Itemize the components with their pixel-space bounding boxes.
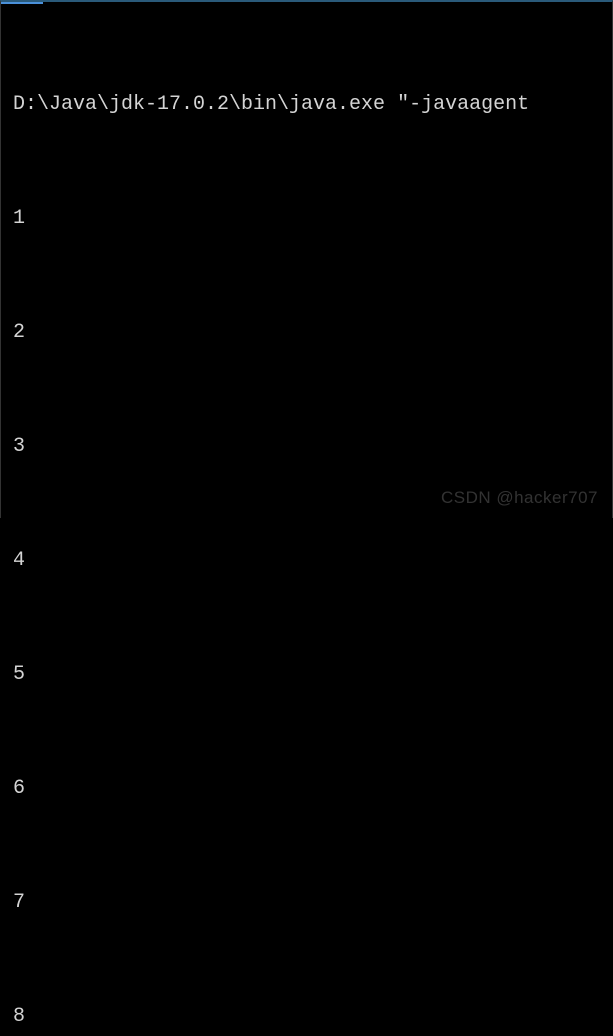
command-line: D:\Java\jdk-17.0.2\bin\java.exe "-javaag… [13, 86, 600, 124]
output-line: 7 [13, 884, 600, 922]
output-line: 1 [13, 200, 600, 238]
output-line: 6 [13, 770, 600, 808]
active-tab-indicator [1, 2, 43, 4]
output-line: 3 [13, 428, 600, 466]
output-line: 5 [13, 656, 600, 694]
output-line: 2 [13, 314, 600, 352]
watermark-text: CSDN @hacker707 [441, 488, 598, 508]
output-line: 8 [13, 998, 600, 1036]
output-line: 4 [13, 542, 600, 580]
console-output-panel: D:\Java\jdk-17.0.2\bin\java.exe "-javaag… [1, 2, 612, 1036]
